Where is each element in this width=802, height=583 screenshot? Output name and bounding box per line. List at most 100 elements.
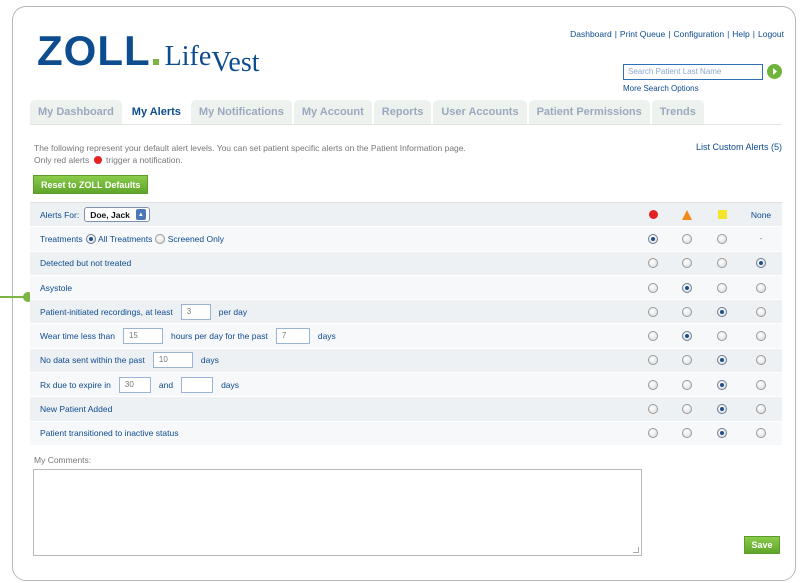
alert-radio-red[interactable] — [648, 282, 658, 293]
alert-row-detected: Detected but not treated — [30, 251, 782, 276]
alert-radio-yellow[interactable] — [717, 306, 727, 317]
alert-radio-red[interactable] — [648, 379, 658, 390]
search-go-button[interactable] — [767, 64, 782, 79]
alert-radio-orange[interactable] — [682, 428, 692, 439]
select-arrows-icon: ▲ — [135, 209, 146, 221]
arrow-right-icon — [773, 68, 777, 75]
recordings-count-input[interactable]: 3 — [180, 303, 211, 320]
alert-radio-none[interactable] — [756, 379, 766, 390]
alert-radio-orange[interactable] — [682, 404, 692, 415]
alert-radio-red[interactable] — [648, 258, 658, 269]
weartime-hours-input[interactable]: 15 — [122, 328, 163, 345]
tab-trends[interactable]: Trends — [651, 100, 704, 124]
tab-divider — [30, 124, 782, 125]
patient-select-value: Doe, Jack — [90, 209, 130, 220]
rx-days-from-input[interactable]: 30 — [118, 376, 151, 393]
alert-radio-red[interactable] — [648, 404, 658, 415]
rx-label-mid: and — [158, 379, 174, 390]
weartime-label-pre: Wear time less than — [40, 331, 115, 342]
zoll-lifevest-logo: ZOLL Life Vest — [37, 30, 260, 77]
alert-radio-orange[interactable] — [682, 355, 692, 366]
red-alert-icon — [93, 156, 102, 164]
tab-my-dashboard[interactable]: My Dashboard — [30, 100, 122, 124]
resize-grip-icon[interactable] — [633, 547, 639, 553]
alert-radio-red[interactable] — [648, 355, 658, 366]
alert-radio-red[interactable] — [648, 428, 658, 439]
tab-patient-permissions[interactable]: Patient Permissions — [528, 100, 650, 124]
patient-select[interactable]: Doe, Jack ▲ — [84, 207, 150, 223]
alert-radio-none[interactable] — [756, 331, 766, 342]
intro-line-1: The following represent your default ale… — [34, 143, 466, 153]
intro-line-2a: Only red alerts — [34, 155, 90, 165]
nodata-label-post: days — [200, 355, 219, 366]
all-treatments-label: All Treatments — [98, 233, 153, 244]
more-search-options-link[interactable]: More Search Options — [623, 84, 699, 93]
alert-radio-orange[interactable] — [682, 233, 692, 244]
red-alert-icon — [648, 210, 658, 220]
link-logout[interactable]: Logout — [758, 29, 784, 39]
alert-radio-none[interactable] — [756, 355, 766, 366]
alert-row-asystole: Asystole — [30, 275, 782, 301]
none-column-label: None — [750, 209, 772, 220]
link-dashboard[interactable]: Dashboard — [570, 29, 612, 39]
alert-radio-yellow[interactable] — [717, 258, 727, 269]
alert-radio-orange[interactable] — [682, 258, 692, 269]
alert-row-inactive: Patient transitioned to inactive status — [30, 421, 782, 446]
nodata-days-input[interactable]: 10 — [152, 352, 193, 369]
save-button[interactable]: Save — [744, 536, 780, 554]
alert-radio-none[interactable] — [756, 306, 766, 317]
rx-days-to-input[interactable] — [181, 376, 214, 393]
alert-radio-yellow[interactable] — [717, 331, 727, 342]
recordings-label-pre: Patient-initiated recordings, at least — [40, 306, 173, 317]
screened-only-radio[interactable] — [155, 233, 166, 244]
search-patient-input[interactable]: Search Patient Last Name — [623, 64, 763, 80]
alert-radio-none[interactable] — [756, 404, 766, 415]
nodata-label-pre: No data sent within the past — [40, 355, 145, 366]
alert-radio-yellow[interactable] — [717, 379, 727, 390]
inactive-label: Patient transitioned to inactive status — [40, 428, 179, 439]
alert-radio-none[interactable] — [756, 282, 766, 293]
none-not-applicable: - — [759, 234, 763, 244]
alert-radio-yellow[interactable] — [717, 428, 727, 439]
alert-radio-yellow[interactable] — [717, 355, 727, 366]
comments-textarea[interactable] — [33, 469, 642, 556]
alert-radio-orange[interactable] — [682, 331, 692, 342]
detected-label: Detected but not treated — [40, 258, 132, 269]
alert-radio-yellow[interactable] — [717, 404, 727, 415]
list-custom-alerts-link[interactable]: List Custom Alerts (5) — [696, 142, 782, 152]
alert-radio-red[interactable] — [648, 233, 658, 244]
weartime-label-post: days — [317, 331, 336, 342]
recordings-label-post: per day — [218, 306, 248, 317]
tab-my-notifications[interactable]: My Notifications — [190, 100, 292, 124]
top-links: Dashboard | Print Queue | Configuration | Help… — [570, 29, 784, 39]
intro-text: The following represent your default ale… — [34, 142, 594, 166]
weartime-days-input[interactable]: 7 — [275, 328, 310, 345]
intro-line-2b: trigger a notification. — [106, 155, 183, 165]
alert-radio-yellow[interactable] — [717, 282, 727, 293]
alert-radio-orange[interactable] — [682, 306, 692, 317]
alerts-header-row: Alerts For: Doe, Jack ▲ None — [30, 203, 782, 228]
reset-to-defaults-button[interactable]: Reset to ZOLL Defaults — [33, 175, 149, 194]
alert-radio-orange[interactable] — [682, 379, 692, 390]
tab-my-account[interactable]: My Account — [293, 100, 372, 124]
alert-radio-none[interactable] — [756, 258, 766, 269]
link-help[interactable]: Help — [732, 29, 749, 39]
link-print-queue[interactable]: Print Queue — [620, 29, 665, 39]
tab-reports[interactable]: Reports — [373, 100, 432, 124]
alert-radio-yellow[interactable] — [717, 233, 727, 244]
alert-radio-orange[interactable] — [682, 282, 692, 293]
alert-row-rx: Rx due to expire in 30 and days — [30, 373, 782, 398]
all-treatments-radio[interactable] — [85, 233, 96, 244]
link-configuration[interactable]: Configuration — [674, 29, 725, 39]
orange-alert-icon — [682, 209, 692, 220]
logo-product-life: Life — [164, 41, 212, 72]
alert-row-newpatient: New Patient Added — [30, 397, 782, 422]
alert-row-recordings: Patient-initiated recordings, at least 3… — [30, 300, 782, 325]
alert-radio-red[interactable] — [648, 306, 658, 317]
alert-radio-red[interactable] — [648, 331, 658, 342]
tab-my-alerts[interactable]: My Alerts — [123, 100, 189, 124]
alert-radio-none[interactable] — [756, 428, 766, 439]
logo-dot — [152, 59, 159, 65]
tab-user-accounts[interactable]: User Accounts — [433, 100, 527, 124]
alert-row-weartime: Wear time less than 15 hours per day for… — [30, 324, 782, 349]
